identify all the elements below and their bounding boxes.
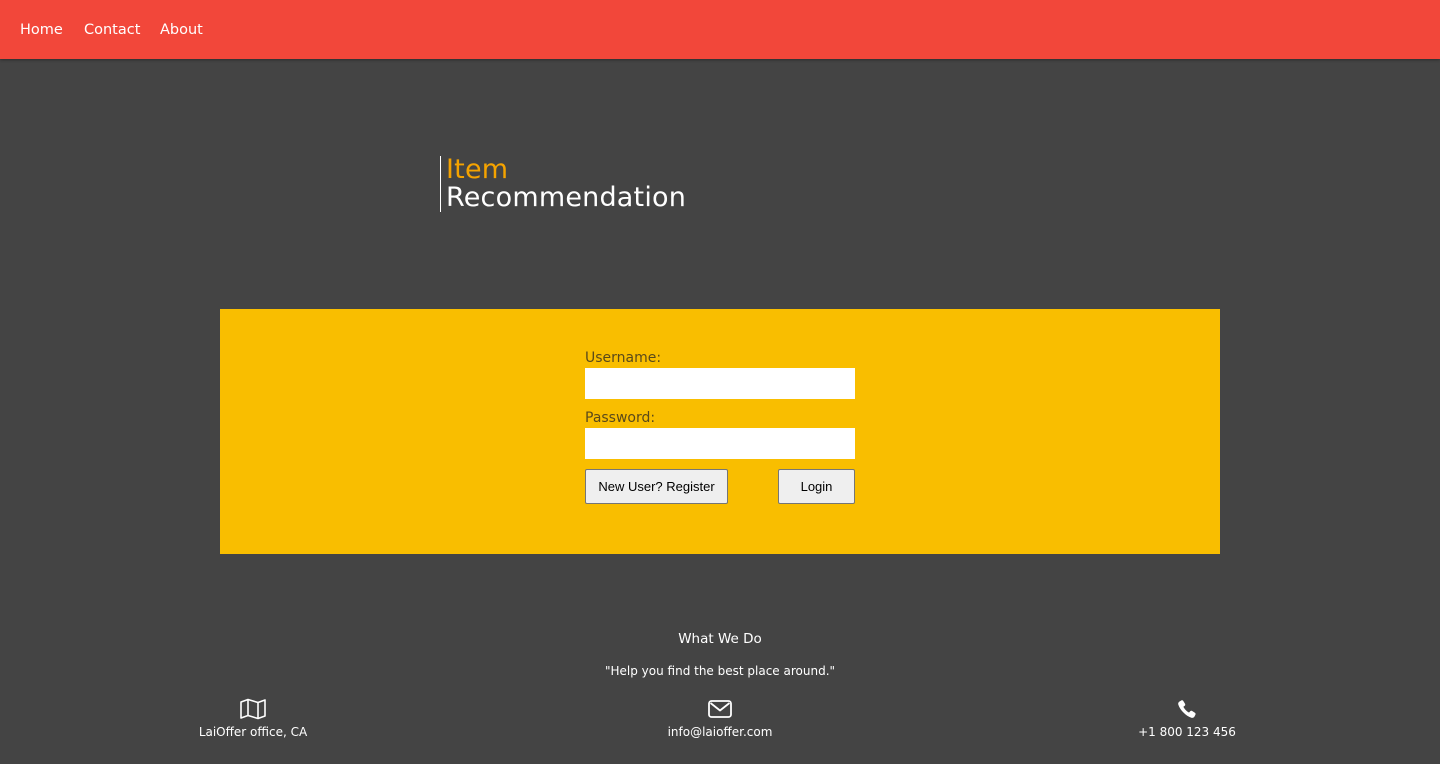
password-input[interactable] bbox=[585, 428, 855, 459]
contact-phone: +1 800 123 456 bbox=[1127, 698, 1247, 740]
username-input[interactable] bbox=[585, 368, 855, 399]
nav-link-home[interactable]: Home bbox=[20, 20, 63, 40]
brand-title-line1: Item bbox=[446, 154, 509, 185]
login-button[interactable]: Login bbox=[778, 469, 855, 504]
envelope-icon bbox=[708, 700, 732, 718]
contact-office-text: LaiOffer office, CA bbox=[198, 725, 308, 739]
contact-office: LaiOffer office, CA bbox=[193, 698, 313, 740]
footer-title: What We Do bbox=[678, 631, 762, 647]
top-nav-bar: Home Contact About bbox=[0, 0, 1440, 59]
contact-email: info@laioffer.com bbox=[640, 698, 800, 740]
username-label: Username: bbox=[585, 350, 662, 366]
login-panel: Username: Password: New User? Register L… bbox=[220, 309, 1220, 554]
phone-icon bbox=[1178, 700, 1196, 718]
footer-quote: "Help you find the best place around." bbox=[604, 664, 836, 678]
brand-title: Item Recommendation bbox=[440, 156, 686, 212]
password-label: Password: bbox=[585, 410, 656, 426]
nav-link-contact[interactable]: Contact bbox=[84, 20, 140, 40]
contact-email-text[interactable]: info@laioffer.com bbox=[640, 724, 800, 740]
register-button[interactable]: New User? Register bbox=[585, 469, 728, 504]
map-icon bbox=[240, 698, 266, 720]
contact-phone-text[interactable]: +1 800 123 456 bbox=[1127, 724, 1247, 740]
brand-title-line2: Recommendation bbox=[446, 182, 687, 213]
nav-link-about[interactable]: About bbox=[160, 20, 203, 40]
